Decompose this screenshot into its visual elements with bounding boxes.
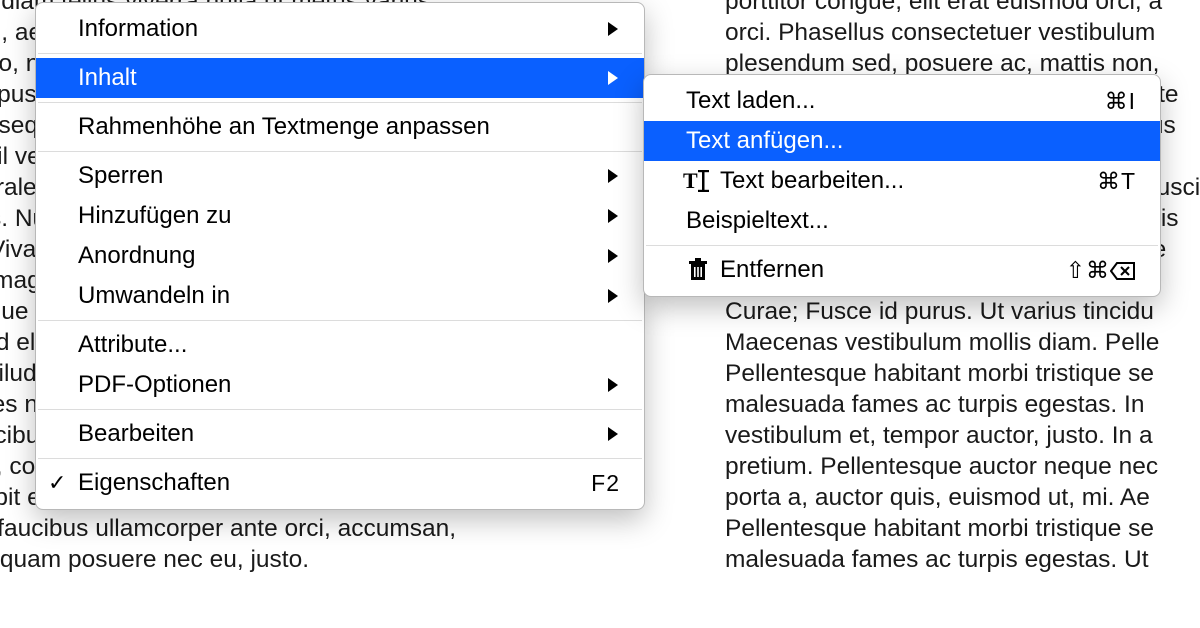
menu-item-label: Hinzufügen zu: [78, 202, 606, 230]
menu-item-information[interactable]: Information: [36, 9, 644, 49]
submenu-arrow-icon: [606, 426, 620, 442]
menu-item-umwandeln-in[interactable]: Umwandeln in: [36, 276, 644, 316]
menu-item-label: Eigenschaften: [78, 469, 571, 497]
menu-item-label: Information: [78, 15, 606, 43]
menu-separator: [38, 409, 642, 410]
submenu-arrow-icon: [606, 168, 620, 184]
submenu-arrow-icon: [606, 21, 620, 37]
menu-shortcut: ⇧⌘: [1066, 257, 1136, 284]
menu-item-attribute[interactable]: Attribute...: [36, 325, 644, 365]
delete-key-icon: [1110, 259, 1136, 286]
submenu-arrow-icon: [606, 288, 620, 304]
menu-separator: [646, 245, 1158, 246]
menu-item-label: PDF-Optionen: [78, 371, 606, 399]
submenu-item-beispieltext[interactable]: Beispieltext...: [644, 201, 1160, 241]
text-edit-icon: T: [680, 169, 716, 193]
submenu-item-entfernen[interactable]: Entfernen ⇧⌘: [644, 250, 1160, 290]
menu-separator: [38, 458, 642, 459]
menu-item-label: Bearbeiten: [78, 420, 606, 448]
menu-item-inhalt[interactable]: Inhalt: [36, 58, 644, 98]
submenu-item-text-bearbeiten[interactable]: T Text bearbeiten... ⌘T: [644, 161, 1160, 201]
context-menu-inhalt-submenu: Text laden... ⌘I Text anfügen... T Text …: [643, 74, 1161, 297]
menu-item-pdf-optionen[interactable]: PDF-Optionen: [36, 365, 644, 405]
menu-item-rahmenhoehe[interactable]: Rahmenhöhe an Textmenge anpassen: [36, 107, 644, 147]
submenu-arrow-icon: [606, 248, 620, 264]
trash-icon: [680, 258, 716, 282]
menu-item-label: Text bearbeiten...: [720, 167, 1077, 195]
menu-item-label: Rahmenhöhe an Textmenge anpassen: [78, 113, 620, 141]
menu-shortcut: F2: [591, 470, 620, 497]
menu-item-label: Sperren: [78, 162, 606, 190]
menu-item-label: Umwandeln in: [78, 282, 606, 310]
submenu-item-text-laden[interactable]: Text laden... ⌘I: [644, 81, 1160, 121]
menu-item-hinzufuegen-zu[interactable]: Hinzufügen zu: [36, 196, 644, 236]
svg-text:T: T: [683, 169, 698, 193]
menu-item-label: Text anfügen...: [686, 127, 1136, 155]
menu-item-sperren[interactable]: Sperren: [36, 156, 644, 196]
menu-item-label: Beispieltext...: [686, 207, 1136, 235]
menu-item-anordnung[interactable]: Anordnung: [36, 236, 644, 276]
menu-item-label: Attribute...: [78, 331, 620, 359]
checkmark-icon: ✓: [48, 470, 66, 496]
menu-shortcut: ⌘T: [1097, 168, 1136, 195]
menu-item-label: Anordnung: [78, 242, 606, 270]
menu-separator: [38, 102, 642, 103]
submenu-arrow-icon: [606, 377, 620, 393]
menu-item-label: Inhalt: [78, 64, 606, 92]
menu-item-eigenschaften[interactable]: ✓ Eigenschaften F2: [36, 463, 644, 503]
shift-key-icon: ⇧⌘: [1066, 257, 1110, 283]
submenu-arrow-icon: [606, 70, 620, 86]
submenu-item-text-anfuegen[interactable]: Text anfügen...: [644, 121, 1160, 161]
menu-item-bearbeiten[interactable]: Bearbeiten: [36, 414, 644, 454]
context-menu-main: Information Inhalt Rahmenhöhe an Textmen…: [35, 2, 645, 510]
menu-separator: [38, 151, 642, 152]
menu-separator: [38, 53, 642, 54]
menu-separator: [38, 320, 642, 321]
submenu-arrow-icon: [606, 208, 620, 224]
menu-item-label: Entfernen: [720, 256, 1046, 284]
menu-shortcut: ⌘I: [1105, 88, 1136, 115]
menu-item-label: Text laden...: [686, 87, 1085, 115]
